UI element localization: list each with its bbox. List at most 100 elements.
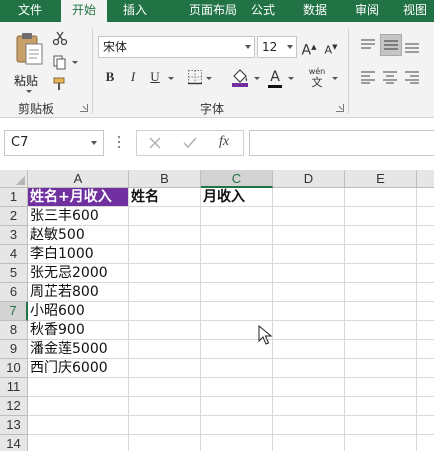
row-header[interactable]: 14 — [0, 435, 28, 451]
align-middle-button[interactable] — [380, 34, 402, 56]
chevron-down-icon — [287, 45, 293, 49]
align-top-icon[interactable] — [360, 38, 376, 52]
cell-a5[interactable]: 张无忌2000 — [28, 264, 129, 283]
underline-button[interactable]: U — [146, 66, 164, 88]
fill-color-dropdown-arrow[interactable] — [254, 77, 260, 80]
column-header-b[interactable]: B — [129, 170, 201, 188]
cell-a4[interactable]: 李白1000 — [28, 245, 129, 264]
font-name-value: 宋体 — [103, 40, 128, 54]
tab-formulas[interactable]: 公式 — [241, 0, 285, 22]
active-cell-c7[interactable] — [201, 302, 273, 321]
paste-button[interactable]: 粘贴 — [8, 30, 50, 96]
row-header[interactable]: 8 — [0, 321, 28, 340]
tab-view[interactable]: 视图 — [397, 0, 433, 22]
cell-a6[interactable]: 周芷若800 — [28, 283, 129, 302]
formula-bar-splitter[interactable] — [118, 136, 121, 150]
row-header[interactable]: 12 — [0, 397, 28, 416]
column-header-c[interactable]: C — [201, 170, 273, 188]
tab-insert[interactable]: 插入 — [113, 0, 157, 22]
worksheet-grid: A B C D E 1 2 3 4 5 6 7 8 9 10 11 12 13 … — [0, 170, 434, 451]
cell-c1[interactable]: 月收入 — [201, 188, 273, 207]
formula-bar: C7 fx — [0, 118, 434, 170]
column-header-a[interactable]: A — [28, 170, 129, 188]
group-separator — [348, 28, 349, 114]
shrink-font-button[interactable]: A▼ — [322, 36, 340, 58]
formula-input[interactable] — [249, 130, 434, 156]
mouse-pointer-icon — [258, 325, 272, 345]
cell-a10[interactable]: 西门庆6000 — [28, 359, 129, 378]
ribbon-home: 粘贴 剪贴板 宋体 12 A▲ A▼ B I U A wén 文 字体 — [0, 22, 434, 118]
borders-dropdown-arrow[interactable] — [206, 77, 212, 80]
font-color-button[interactable]: A — [266, 66, 284, 88]
font-dialog-launcher-icon[interactable] — [336, 104, 344, 112]
fill-color-icon[interactable] — [230, 66, 250, 88]
tab-data[interactable]: 数据 — [293, 0, 337, 22]
tab-file[interactable]: 文件 — [10, 0, 50, 22]
font-name-select[interactable]: 宋体 — [98, 36, 255, 58]
enter-icon[interactable] — [183, 137, 197, 149]
phonetic-dropdown-arrow[interactable] — [332, 77, 338, 80]
row-header[interactable]: 3 — [0, 226, 28, 245]
row-header[interactable]: 9 — [0, 340, 28, 359]
cut-icon[interactable] — [52, 30, 68, 46]
chevron-down-icon — [91, 141, 97, 145]
row-header[interactable]: 1 — [0, 188, 28, 207]
column-header-f[interactable] — [417, 170, 434, 188]
row-header[interactable]: 7 — [0, 302, 28, 321]
align-right-icon[interactable] — [404, 70, 420, 84]
tab-review[interactable]: 审阅 — [345, 0, 389, 22]
row-header[interactable]: 13 — [0, 416, 28, 435]
font-color-label: A — [270, 69, 280, 85]
align-middle-icon — [384, 40, 398, 50]
row-header[interactable]: 6 — [0, 283, 28, 302]
font-size-select[interactable]: 12 — [257, 36, 297, 58]
copy-dropdown-arrow[interactable] — [72, 61, 78, 64]
phonetic-guide-char: 文 — [311, 76, 323, 89]
cell-a1[interactable]: 姓名+月收入 — [28, 188, 129, 207]
borders-icon[interactable] — [187, 69, 203, 85]
group-separator — [92, 28, 93, 114]
grow-font-label: A — [301, 42, 312, 59]
cell-a2[interactable]: 张三丰600 — [28, 207, 129, 226]
align-left-icon[interactable] — [360, 70, 376, 84]
ribbon-tab-bar: 文件 开始 插入 页面布局 公式 数据 审阅 视图 — [0, 0, 434, 22]
cancel-icon[interactable] — [149, 137, 161, 149]
row-header[interactable]: 5 — [0, 264, 28, 283]
column-header-d[interactable]: D — [273, 170, 345, 188]
row-header[interactable]: 2 — [0, 207, 28, 226]
column-header-e[interactable]: E — [345, 170, 417, 188]
grow-font-button[interactable]: A▲ — [300, 36, 318, 59]
cell-a7[interactable]: 小昭600 — [28, 302, 129, 321]
font-size-value: 12 — [262, 40, 278, 54]
font-color-bar — [268, 85, 282, 88]
cell-a9[interactable]: 潘金莲5000 — [28, 340, 129, 359]
align-bottom-icon[interactable] — [404, 40, 420, 54]
formula-tools: fx — [136, 130, 244, 156]
cell-a3[interactable]: 赵敏500 — [28, 226, 129, 245]
format-painter-icon[interactable] — [52, 76, 68, 92]
row-header[interactable]: 11 — [0, 378, 28, 397]
row-header[interactable]: 10 — [0, 359, 28, 378]
tab-home[interactable]: 开始 — [61, 0, 107, 22]
name-box-value: C7 — [11, 135, 29, 150]
row-header[interactable]: 4 — [0, 245, 28, 264]
phonetic-guide-button[interactable]: wén 文 — [306, 66, 328, 88]
clipboard-dialog-launcher-icon[interactable] — [80, 104, 88, 112]
bold-button[interactable]: B — [101, 66, 119, 88]
clipboard-group-label: 剪贴板 — [18, 102, 55, 116]
paste-icon — [16, 33, 43, 65]
select-all-button[interactable] — [0, 170, 28, 188]
font-group-label: 字体 — [200, 102, 225, 116]
font-color-dropdown-arrow[interactable] — [288, 77, 294, 80]
insert-function-icon[interactable]: fx — [219, 134, 229, 150]
italic-button[interactable]: I — [124, 66, 142, 88]
underline-dropdown-arrow[interactable] — [168, 77, 174, 80]
cell-b1[interactable]: 姓名 — [129, 188, 201, 207]
copy-icon[interactable] — [52, 54, 68, 70]
name-box[interactable]: C7 — [4, 130, 104, 156]
shrink-font-label: A — [324, 43, 333, 57]
align-center-icon[interactable] — [382, 70, 398, 84]
cell-a8[interactable]: 秋香900 — [28, 321, 129, 340]
paste-label: 粘贴 — [14, 74, 39, 88]
paste-dropdown-arrow — [26, 90, 32, 93]
